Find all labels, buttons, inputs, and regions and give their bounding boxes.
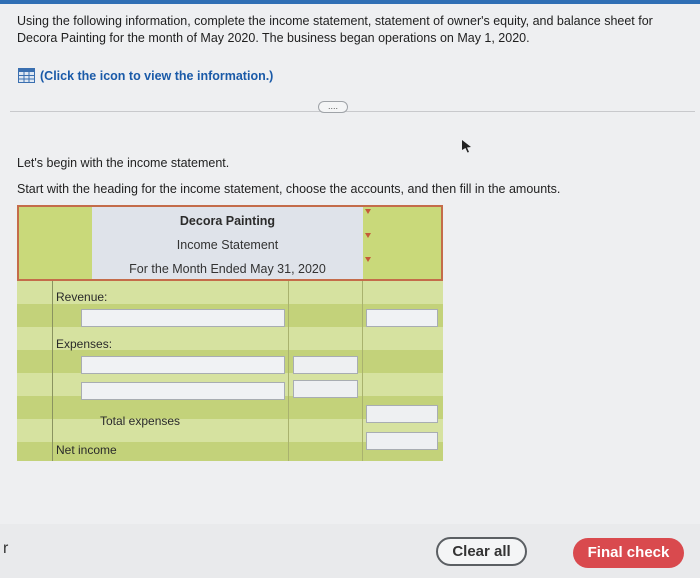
expense-account-select[interactable] [81,356,285,374]
total-expenses-input[interactable] [366,405,438,423]
heading-selectors: Decora Painting Income Statement For the… [92,207,363,279]
expenses-label: Expenses: [56,337,113,351]
statement-heading: Decora Painting Income Statement For the… [17,205,443,281]
info-link-label[interactable]: (Click the icon to view the information.… [40,69,273,83]
total-expenses-label: Total expenses [100,414,181,428]
expense-amount-input[interactable] [293,380,358,398]
expand-more-button[interactable]: .... [318,101,348,113]
revenue-label: Revenue: [56,290,108,304]
expense-account-select[interactable] [81,382,285,400]
statement-period-select[interactable]: For the Month Ended May 31, 2020 [92,262,363,276]
net-income-label: Net income [56,443,117,457]
lead-text: Let's begin with the income statement. [17,156,230,170]
info-link[interactable]: (Click the icon to view the information.… [18,68,273,83]
revenue-amount-input[interactable] [366,309,438,327]
company-name-select[interactable]: Decora Painting [92,214,363,228]
column-divider [288,281,289,461]
expense-amount-input[interactable] [293,356,358,374]
dropdown-marker-icon [365,233,371,238]
clear-all-button[interactable]: Clear all [436,537,527,566]
mouse-pointer-icon [462,140,471,153]
sub-text: Start with the heading for the income st… [17,182,561,196]
net-income-input[interactable] [366,432,438,450]
dropdown-marker-icon [365,257,371,262]
final-check-button[interactable]: Final check [573,538,684,568]
column-divider [362,281,363,461]
dropdown-marker-icon [365,209,371,214]
revenue-account-select[interactable] [81,309,285,327]
table-grid-icon[interactable] [18,68,35,83]
instructions-text: Using the following information, complet… [17,14,653,45]
section-divider [10,111,695,112]
side-fragment-text: r [3,540,9,557]
row-indent-line [52,281,53,461]
statement-name-select[interactable]: Income Statement [92,238,363,252]
